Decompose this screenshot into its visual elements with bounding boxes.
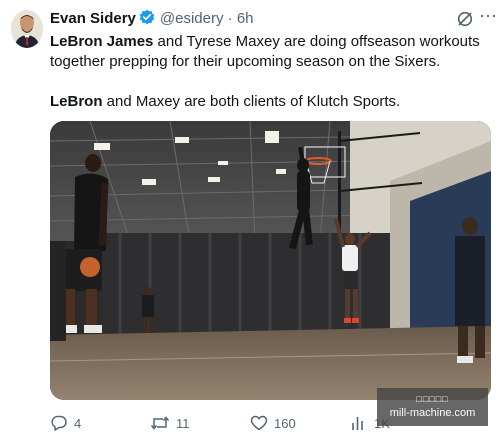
more-icon[interactable]: ⋯ bbox=[479, 6, 498, 27]
reply-button[interactable]: 4 bbox=[50, 412, 81, 434]
like-icon bbox=[250, 414, 268, 432]
reply-icon bbox=[50, 414, 68, 432]
tweet-text-2-rest: and Maxey are both clients of Klutch Spo… bbox=[102, 93, 401, 110]
watermark-line-2: mill-machine.com bbox=[389, 407, 476, 419]
tweet-paragraph-1: LeBron James and Tyrese Maxey are doing … bbox=[50, 32, 490, 72]
avatar[interactable] bbox=[11, 10, 43, 48]
separator-dot: · bbox=[227, 10, 233, 27]
tweet-media-video[interactable] bbox=[50, 121, 491, 400]
like-button[interactable]: 160 bbox=[250, 412, 296, 434]
author-name[interactable]: Evan Sidery bbox=[50, 10, 136, 27]
timestamp[interactable]: 6h bbox=[237, 10, 254, 27]
grok-icon[interactable] bbox=[456, 10, 474, 33]
watermark-overlay: □□□□□ mill-machine.com bbox=[377, 388, 488, 426]
reply-count: 4 bbox=[74, 415, 82, 431]
tweet[interactable]: Evan Sidery @esidery · 6h ⋯ LeBron James … bbox=[0, 0, 500, 440]
tweet-header: Evan Sidery @esidery · 6h bbox=[50, 9, 490, 29]
repost-icon bbox=[150, 414, 170, 432]
views-icon bbox=[350, 414, 368, 432]
tweet-bold-name-2: LeBron bbox=[50, 93, 103, 110]
tweet-paragraph-2: LeBron and Maxey are both clients of Klu… bbox=[50, 92, 490, 112]
repost-count: 11 bbox=[176, 415, 190, 431]
watermark-line-1: □□□□□ bbox=[416, 394, 449, 404]
tweet-bold-name-1: LeBron James bbox=[50, 33, 154, 50]
author-handle[interactable]: @esidery bbox=[160, 10, 224, 27]
verified-badge-icon bbox=[139, 9, 155, 29]
like-count: 160 bbox=[274, 415, 296, 431]
tweet-text: LeBron James and Tyrese Maxey are doing … bbox=[50, 32, 490, 112]
repost-button[interactable]: 11 bbox=[150, 412, 190, 434]
